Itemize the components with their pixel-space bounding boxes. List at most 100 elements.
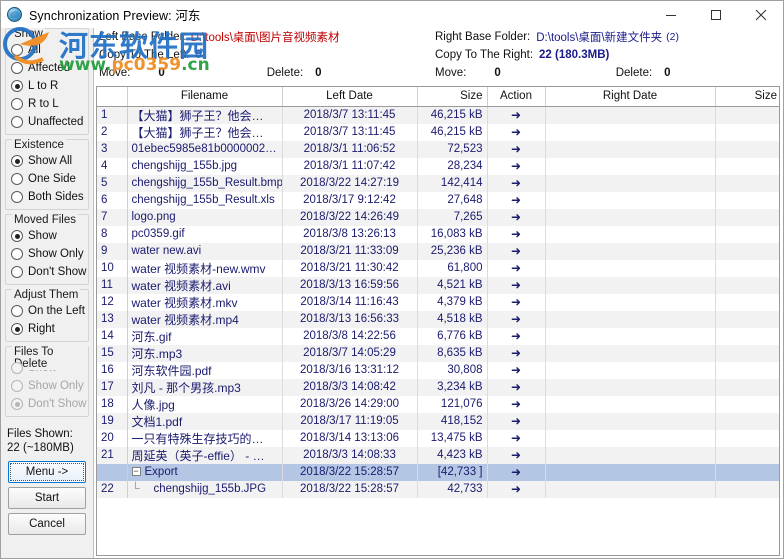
maximize-icon[interactable] <box>693 1 738 28</box>
table-row[interactable]: 13 water 视频素材.mp4 2018/3/13 16:56:33 4,518 … <box>97 310 779 328</box>
table-row[interactable]: 15 河东.mp3 2018/3/7 14:05:29 8,635 kB ➜ <box>97 344 779 362</box>
files-shown-block: Files Shown: 22 (~180MB) <box>1 421 93 457</box>
radio-on-the-left[interactable]: On the Left <box>6 302 88 320</box>
row-action-arrow-icon: ➜ <box>487 293 546 311</box>
left-base-folder-label: Left Base Folder: <box>99 31 187 43</box>
table-row[interactable]: 17 刘凡 - 那个男孩.mp3 2018/3/3 14:08:42 3,234 kB… <box>97 378 779 396</box>
radio-button-icon <box>11 380 23 392</box>
radio-button-icon <box>11 173 23 185</box>
table-row[interactable]: 6 chengshijg_155b_Result.xls 2018/3/17 9:1… <box>97 191 779 209</box>
row-index: 6 <box>97 191 128 209</box>
table-row-folder[interactable]: − Export 2018/3/22 15:28:57 [42,733 ] ➜ <box>97 463 779 481</box>
radio-both-sides[interactable]: Both Sides <box>6 188 88 206</box>
arrow-right-icon: ➜ <box>510 278 522 292</box>
row-right-size <box>715 396 779 413</box>
row-right-size <box>715 140 779 158</box>
table-row[interactable]: 1 【大猫】狮子王？他会… 2018/3/7 13:11:45 46,215 kB ➜ <box>97 106 779 124</box>
title-bar: Synchronization Preview: 河东 <box>1 1 783 28</box>
table-row[interactable]: 3 01ebec5985e81b0000002… 2018/3/1 11:06:52… <box>97 140 779 158</box>
col-header-left-size[interactable]: Size <box>417 87 488 107</box>
arrow-right-icon: ➜ <box>510 176 522 190</box>
radio-label: Unaffected <box>28 116 84 128</box>
row-filename: water 视频素材.mkv <box>131 295 238 310</box>
collapse-expander-icon[interactable]: − <box>131 467 141 477</box>
radio-button-icon <box>11 116 23 128</box>
table-row[interactable]: 14 河东.gif 2018/3/8 14:22:56 6,776 kB ➜ <box>97 327 779 345</box>
radio-show-only[interactable]: Show Only <box>6 245 88 263</box>
row-action-arrow-icon: ➜ <box>487 174 546 192</box>
table-row[interactable]: 12 water 视频素材.mkv 2018/3/14 11:16:43 4,379 … <box>97 293 779 311</box>
table-row[interactable]: 4 chengshijg_155b.jpg 2018/3/1 11:07:42 28,… <box>97 157 779 175</box>
row-right-date <box>545 276 716 294</box>
arrow-right-icon: ➜ <box>510 312 522 326</box>
table-row[interactable]: 21 周延英（英子-effie） - … 2018/3/3 14:08:33 4,42… <box>97 446 779 464</box>
row-filename: pc0359.gif <box>131 228 185 240</box>
close-icon[interactable] <box>738 1 783 28</box>
row-index: 16 <box>97 361 128 379</box>
row-action-arrow-icon: ➜ <box>487 208 546 226</box>
option-group-moved-files: Moved Files Show Show Only Don't Show <box>5 214 89 285</box>
table-row[interactable]: 11 water 视频素材.avi 2018/3/13 16:59:56 4,521 … <box>97 276 779 294</box>
radio-unaffected[interactable]: Unaffected <box>6 113 88 131</box>
radio-show-all[interactable]: Show All <box>6 152 88 170</box>
row-index: 18 <box>97 395 128 413</box>
radio-don-t-show[interactable]: Don't Show <box>6 263 88 281</box>
table-row[interactable]: 5 chengshijg_155b_Result.bmp 2018/3/22 14:… <box>97 174 779 192</box>
arrow-right-icon: ➜ <box>510 363 522 377</box>
radio-all[interactable]: All <box>6 41 88 59</box>
row-right-date <box>545 140 716 158</box>
col-header-action[interactable]: Action <box>487 87 546 107</box>
radio-label: Show Only <box>28 248 84 260</box>
radio-label: On the Left <box>28 305 85 317</box>
row-right-size <box>715 344 779 362</box>
option-group-files-to-delete: Files To DeleteShowShow OnlyDon't Show <box>5 346 89 417</box>
arrow-right-icon: ➜ <box>510 261 522 275</box>
sidebar-group-list: Show All Affected L to R R to L Unaffected Exi… <box>1 28 93 417</box>
tree-elbow-icon: └ <box>131 483 140 495</box>
radio-l-to-r[interactable]: L to R <box>6 77 88 95</box>
window-controls <box>648 1 783 28</box>
arrow-right-icon: ➜ <box>510 210 522 224</box>
table-row[interactable]: 22 └ chengshijg_155b.JPG 2018/3/22 15:28:57… <box>97 480 779 498</box>
table-row[interactable]: 20 一只有特殊生存技巧的… 2018/3/14 13:13:06 13,475 kB… <box>97 429 779 447</box>
row-filename-cell: 01ebec5985e81b0000002… <box>127 140 283 158</box>
radio-right[interactable]: Right <box>6 320 88 338</box>
left-delete-value: 0 <box>315 67 322 79</box>
row-right-date <box>545 157 716 175</box>
col-header-right-size[interactable]: Size <box>715 87 779 107</box>
table-row[interactable]: 18 人像.jpg 2018/3/26 14:29:00 121,076 ➜ <box>97 395 779 413</box>
start-button[interactable]: Start <box>8 487 86 509</box>
row-left-size: 121,076 <box>417 395 488 413</box>
row-filename: logo.png <box>131 211 176 223</box>
radio-one-side[interactable]: One Side <box>6 170 88 188</box>
table-row[interactable]: 7 logo.png 2018/3/22 14:26:49 7,265 ➜ <box>97 208 779 226</box>
option-group-label: Files To Delete <box>12 346 88 370</box>
col-header-filename[interactable]: Filename <box>127 87 283 107</box>
file-list-panel[interactable]: Filename Left Date Size Action Right Dat… <box>96 86 780 556</box>
cancel-button[interactable]: Cancel <box>8 513 86 535</box>
row-right-date <box>545 123 716 141</box>
left-delete-label: Delete: <box>266 67 304 79</box>
row-filename: 一只有特殊生存技巧的… <box>131 431 264 446</box>
menu-button[interactable]: Menu -> <box>8 461 86 483</box>
row-right-size <box>715 430 779 447</box>
minimize-icon[interactable] <box>648 1 693 28</box>
table-row[interactable]: 10 water 视频素材-new.wmv 2018/3/21 11:30:42 61… <box>97 259 779 277</box>
radio-button-icon <box>11 266 23 278</box>
table-row[interactable]: 9 water new.avi 2018/3/21 11:33:09 25,236 k… <box>97 242 779 260</box>
col-header-right-date[interactable]: Right Date <box>545 87 716 107</box>
table-row[interactable]: 8 pc0359.gif 2018/3/8 13:26:13 16,083 kB ➜ <box>97 225 779 243</box>
row-filename-cell: 【大猫】狮子王？他会… <box>127 106 283 124</box>
col-header-index[interactable] <box>97 87 128 107</box>
row-left-date: 2018/3/14 13:13:06 <box>282 429 418 447</box>
col-header-left-date[interactable]: Left Date <box>282 87 418 107</box>
table-row[interactable]: 2 【大猫】狮子王？他会… 2018/3/7 13:11:45 46,215 kB ➜ <box>97 123 779 141</box>
table-row[interactable]: 19 文档1.pdf 2018/3/17 11:19:05 418,152 ➜ <box>97 412 779 430</box>
radio-show[interactable]: Show <box>6 227 88 245</box>
table-row[interactable]: 16 河东软件园.pdf 2018/3/16 13:31:12 30,808 ➜ <box>97 361 779 379</box>
radio-button-icon <box>11 155 23 167</box>
radio-affected[interactable]: Affected <box>6 59 88 77</box>
row-filename-cell: chengshijg_155b.jpg <box>127 157 283 175</box>
radio-r-to-l[interactable]: R to L <box>6 95 88 113</box>
row-left-date: 2018/3/1 11:07:42 <box>282 157 418 175</box>
